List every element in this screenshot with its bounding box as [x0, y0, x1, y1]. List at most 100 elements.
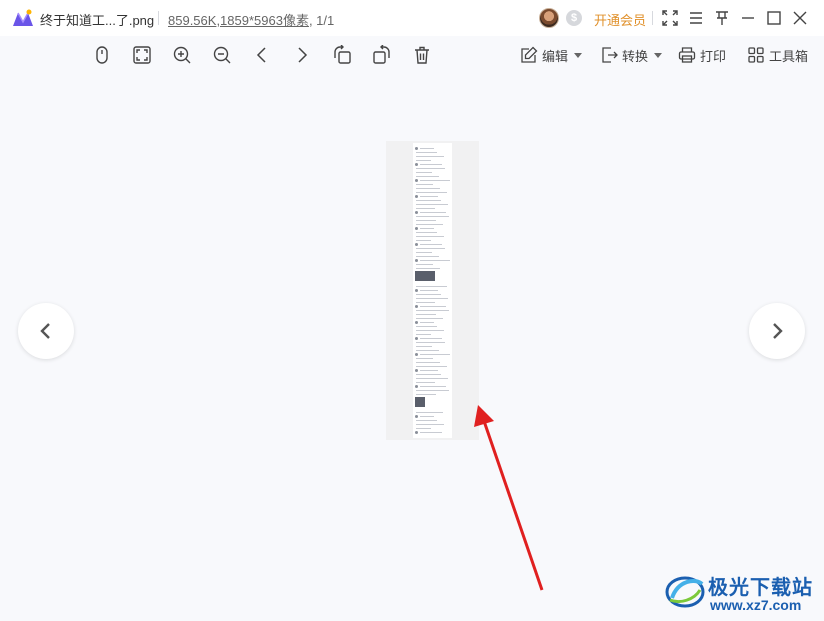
- preview-text-line: [420, 148, 434, 149]
- minimize-button[interactable]: [738, 8, 758, 28]
- preview-text-line: [420, 180, 450, 181]
- file-size: 859.56K: [168, 13, 217, 28]
- close-icon: [793, 11, 807, 25]
- preview-avatar: [415, 147, 418, 150]
- preview-text-line: [416, 378, 448, 379]
- preview-avatar: [415, 321, 418, 324]
- preview-text-line: [416, 224, 443, 225]
- preview-text-line: [416, 248, 445, 249]
- edit-label: 编辑: [542, 48, 569, 64]
- preview-text-line: [416, 286, 447, 287]
- preview-text-line: [416, 362, 440, 363]
- preview-text-line: [416, 160, 431, 161]
- preview-text-line: [416, 192, 447, 193]
- menu-button[interactable]: [686, 8, 706, 28]
- preview-text-line: [416, 374, 441, 375]
- preview-text-line: [416, 424, 444, 425]
- preview-text-line: [420, 212, 446, 213]
- maximize-icon: [767, 11, 781, 25]
- app-logo-icon: [13, 9, 33, 26]
- preview-avatar: [415, 243, 418, 246]
- mouse-mode-button[interactable]: [90, 43, 114, 67]
- preview-text-line: [420, 432, 442, 433]
- previous-image-button[interactable]: [250, 43, 274, 67]
- preview-text-line: [420, 370, 438, 371]
- preview-text-line: [420, 164, 442, 165]
- user-avatar[interactable]: [539, 8, 559, 28]
- close-button[interactable]: [790, 8, 810, 28]
- preview-text-line: [416, 326, 437, 327]
- trash-icon: [415, 46, 429, 64]
- title-bar: 终于知道工...了.png 859.56K,1859*5963像素, 1/1 $…: [0, 0, 824, 36]
- vip-button[interactable]: 开通会员: [594, 10, 646, 29]
- preview-text-line: [416, 204, 448, 205]
- preview-text-line: [416, 394, 436, 395]
- rotate-right-button[interactable]: [370, 43, 394, 67]
- preview-text-line: [416, 334, 431, 335]
- previous-page-button[interactable]: [18, 303, 74, 359]
- image-dimensions: ,1859*5963像素: [216, 13, 309, 28]
- mouse-icon: [96, 46, 108, 64]
- preview-text-line: [420, 306, 446, 307]
- toolbox-label: 工具箱: [769, 48, 809, 64]
- print-label: 打印: [700, 48, 727, 64]
- preview-text-line: [416, 168, 445, 169]
- toolbar: 编辑 转换 打印 工具箱: [0, 36, 824, 74]
- printer-icon: [678, 47, 696, 63]
- preview-text-line: [416, 350, 439, 351]
- convert-label: 转换: [622, 48, 649, 64]
- preview-text-line: [416, 366, 447, 367]
- caret-down-icon: [574, 52, 583, 58]
- print-button[interactable]: 打印: [678, 43, 726, 67]
- preview-text-line: [420, 244, 442, 245]
- toolbox-button[interactable]: 工具箱: [747, 43, 808, 67]
- preview-avatar: [415, 259, 418, 262]
- chevron-right-icon: [298, 47, 308, 63]
- preview-text-line: [416, 428, 431, 429]
- edit-menu-button[interactable]: 编辑: [520, 43, 583, 67]
- pin-button[interactable]: [712, 8, 732, 28]
- preview-avatar: [415, 385, 418, 388]
- zoom-out-button[interactable]: [210, 43, 234, 67]
- chevron-right-icon: [773, 323, 783, 339]
- preview-text-line: [416, 240, 431, 241]
- next-image-button[interactable]: [290, 43, 314, 67]
- preview-text-line: [416, 346, 432, 347]
- preview-text-line: [416, 156, 444, 157]
- convert-icon: [602, 47, 618, 63]
- zoom-in-button[interactable]: [170, 43, 194, 67]
- convert-menu-button[interactable]: 转换: [600, 43, 663, 67]
- preview-text-line: [420, 290, 438, 291]
- coin-icon[interactable]: $: [566, 10, 582, 26]
- pin-icon: [716, 11, 728, 25]
- preview-text-line: [420, 322, 434, 323]
- preview-avatar: [415, 289, 418, 292]
- fit-window-button[interactable]: [130, 43, 154, 67]
- red-arrow-annotation: [474, 405, 544, 591]
- maximize-button[interactable]: [764, 8, 784, 28]
- preview-avatar: [415, 227, 418, 230]
- preview-text-line: [416, 294, 441, 295]
- preview-text-line: [416, 314, 436, 315]
- rotate-left-button[interactable]: [330, 43, 354, 67]
- preview-text-line: [420, 416, 434, 417]
- toolbox-grid-icon: [748, 47, 764, 63]
- preview-avatar: [415, 431, 418, 434]
- preview-text-line: [420, 260, 450, 261]
- watermark-url: www.xz7.com: [710, 597, 802, 613]
- preview-text-line: [416, 152, 437, 153]
- preview-text-line: [416, 358, 433, 359]
- preview-text-line: [416, 200, 441, 201]
- preview-text-line: [416, 330, 444, 331]
- delete-button[interactable]: [410, 43, 434, 67]
- watermark-title: 极光下载站: [708, 577, 813, 599]
- preview-text-line: [416, 390, 449, 391]
- preview-text-line: [416, 172, 432, 173]
- next-page-button[interactable]: [749, 303, 805, 359]
- preview-text-line: [416, 412, 443, 413]
- preview-text-line: [416, 298, 448, 299]
- displayed-image[interactable]: [413, 143, 452, 438]
- fullscreen-button[interactable]: [660, 8, 680, 28]
- divider: [158, 11, 159, 25]
- page-count: , 1/1: [308, 13, 335, 28]
